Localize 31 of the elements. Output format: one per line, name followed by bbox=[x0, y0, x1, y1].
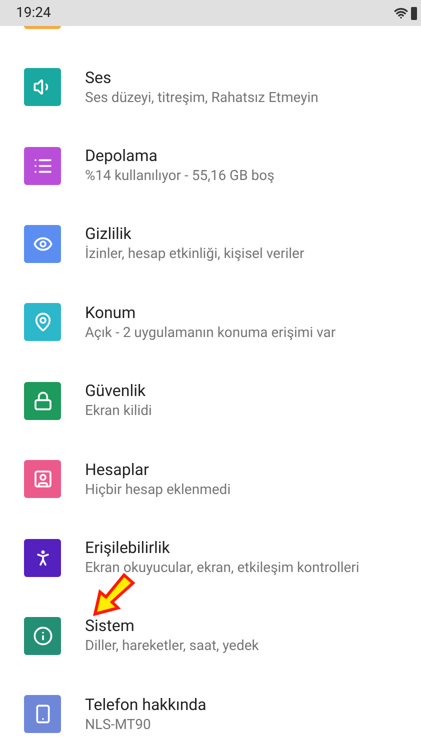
settings-item[interactable]: Erişilebilirlik Ekran okuyucular, ekran, etkileşim kontrolleri bbox=[0, 518, 421, 597]
wifi-icon bbox=[394, 6, 408, 20]
item-subtitle: Açık - 2 uygulamanın konuma erişimi var bbox=[85, 324, 336, 343]
item-subtitle: Ses düzeyi, titreşim, Rahatsız Etmeyin bbox=[85, 88, 318, 108]
settings-item[interactable]: Hesaplar Hiçbir hesap eklenmedi bbox=[0, 440, 421, 518]
settings-item[interactable]: Güvenlik Ekran kilidi bbox=[0, 362, 421, 440]
item-title: Konum bbox=[85, 302, 137, 323]
item-subtitle: Diller, hareketler, saat, yedek bbox=[85, 637, 259, 656]
item-title: Gizlilik bbox=[85, 223, 132, 244]
battery-icon bbox=[411, 6, 417, 20]
settings-item[interactable]: Sistem Diller, hareketler, saat, yedek bbox=[0, 596, 421, 676]
item-subtitle: Ekran kilidi bbox=[85, 402, 152, 422]
item-title: Güvenlik bbox=[85, 380, 147, 402]
item-subtitle: Hiçbir hesap eklenmedi bbox=[85, 480, 231, 500]
item-title: Hesaplar bbox=[85, 458, 150, 480]
settings-item[interactable]: Depolama %14 kullanılıyor - 55,16 GB boş bbox=[0, 126, 421, 205]
item-subtitle: Ekran okuyucular, ekran, etkileşim kontrolleri bbox=[85, 559, 360, 578]
item-title: Erişilebilirlik bbox=[85, 537, 171, 558]
settings-item[interactable]: Ses Ses düzeyi, titreşim, Rahatsız Etmeyin bbox=[0, 48, 421, 126]
item-title: Sistem bbox=[85, 615, 136, 636]
item-subtitle: NLS-MT90 bbox=[85, 716, 152, 735]
item-title: Depolama bbox=[85, 145, 158, 166]
settings-item[interactable]: Telefon hakkında NLS-MT90 bbox=[0, 675, 421, 737]
settings-icon-tile bbox=[24, 26, 61, 29]
settings-item[interactable]: Konum Açık - 2 uygulamanın konuma erişimi var bbox=[0, 283, 421, 362]
item-subtitle: %14 kullanılıyor - 55,16 GB boş bbox=[85, 167, 274, 186]
item-title: Telefon hakkında bbox=[85, 694, 206, 715]
clock-time: 19:24 bbox=[16, 4, 51, 22]
item-subtitle: İzinler, hesap etkinliği, kişisel veriler bbox=[85, 244, 304, 264]
settings-item[interactable]: Gizlilik İzinler, hesap etkinliği, kişisel veriler bbox=[0, 204, 421, 284]
item-title: Ses bbox=[85, 66, 112, 88]
